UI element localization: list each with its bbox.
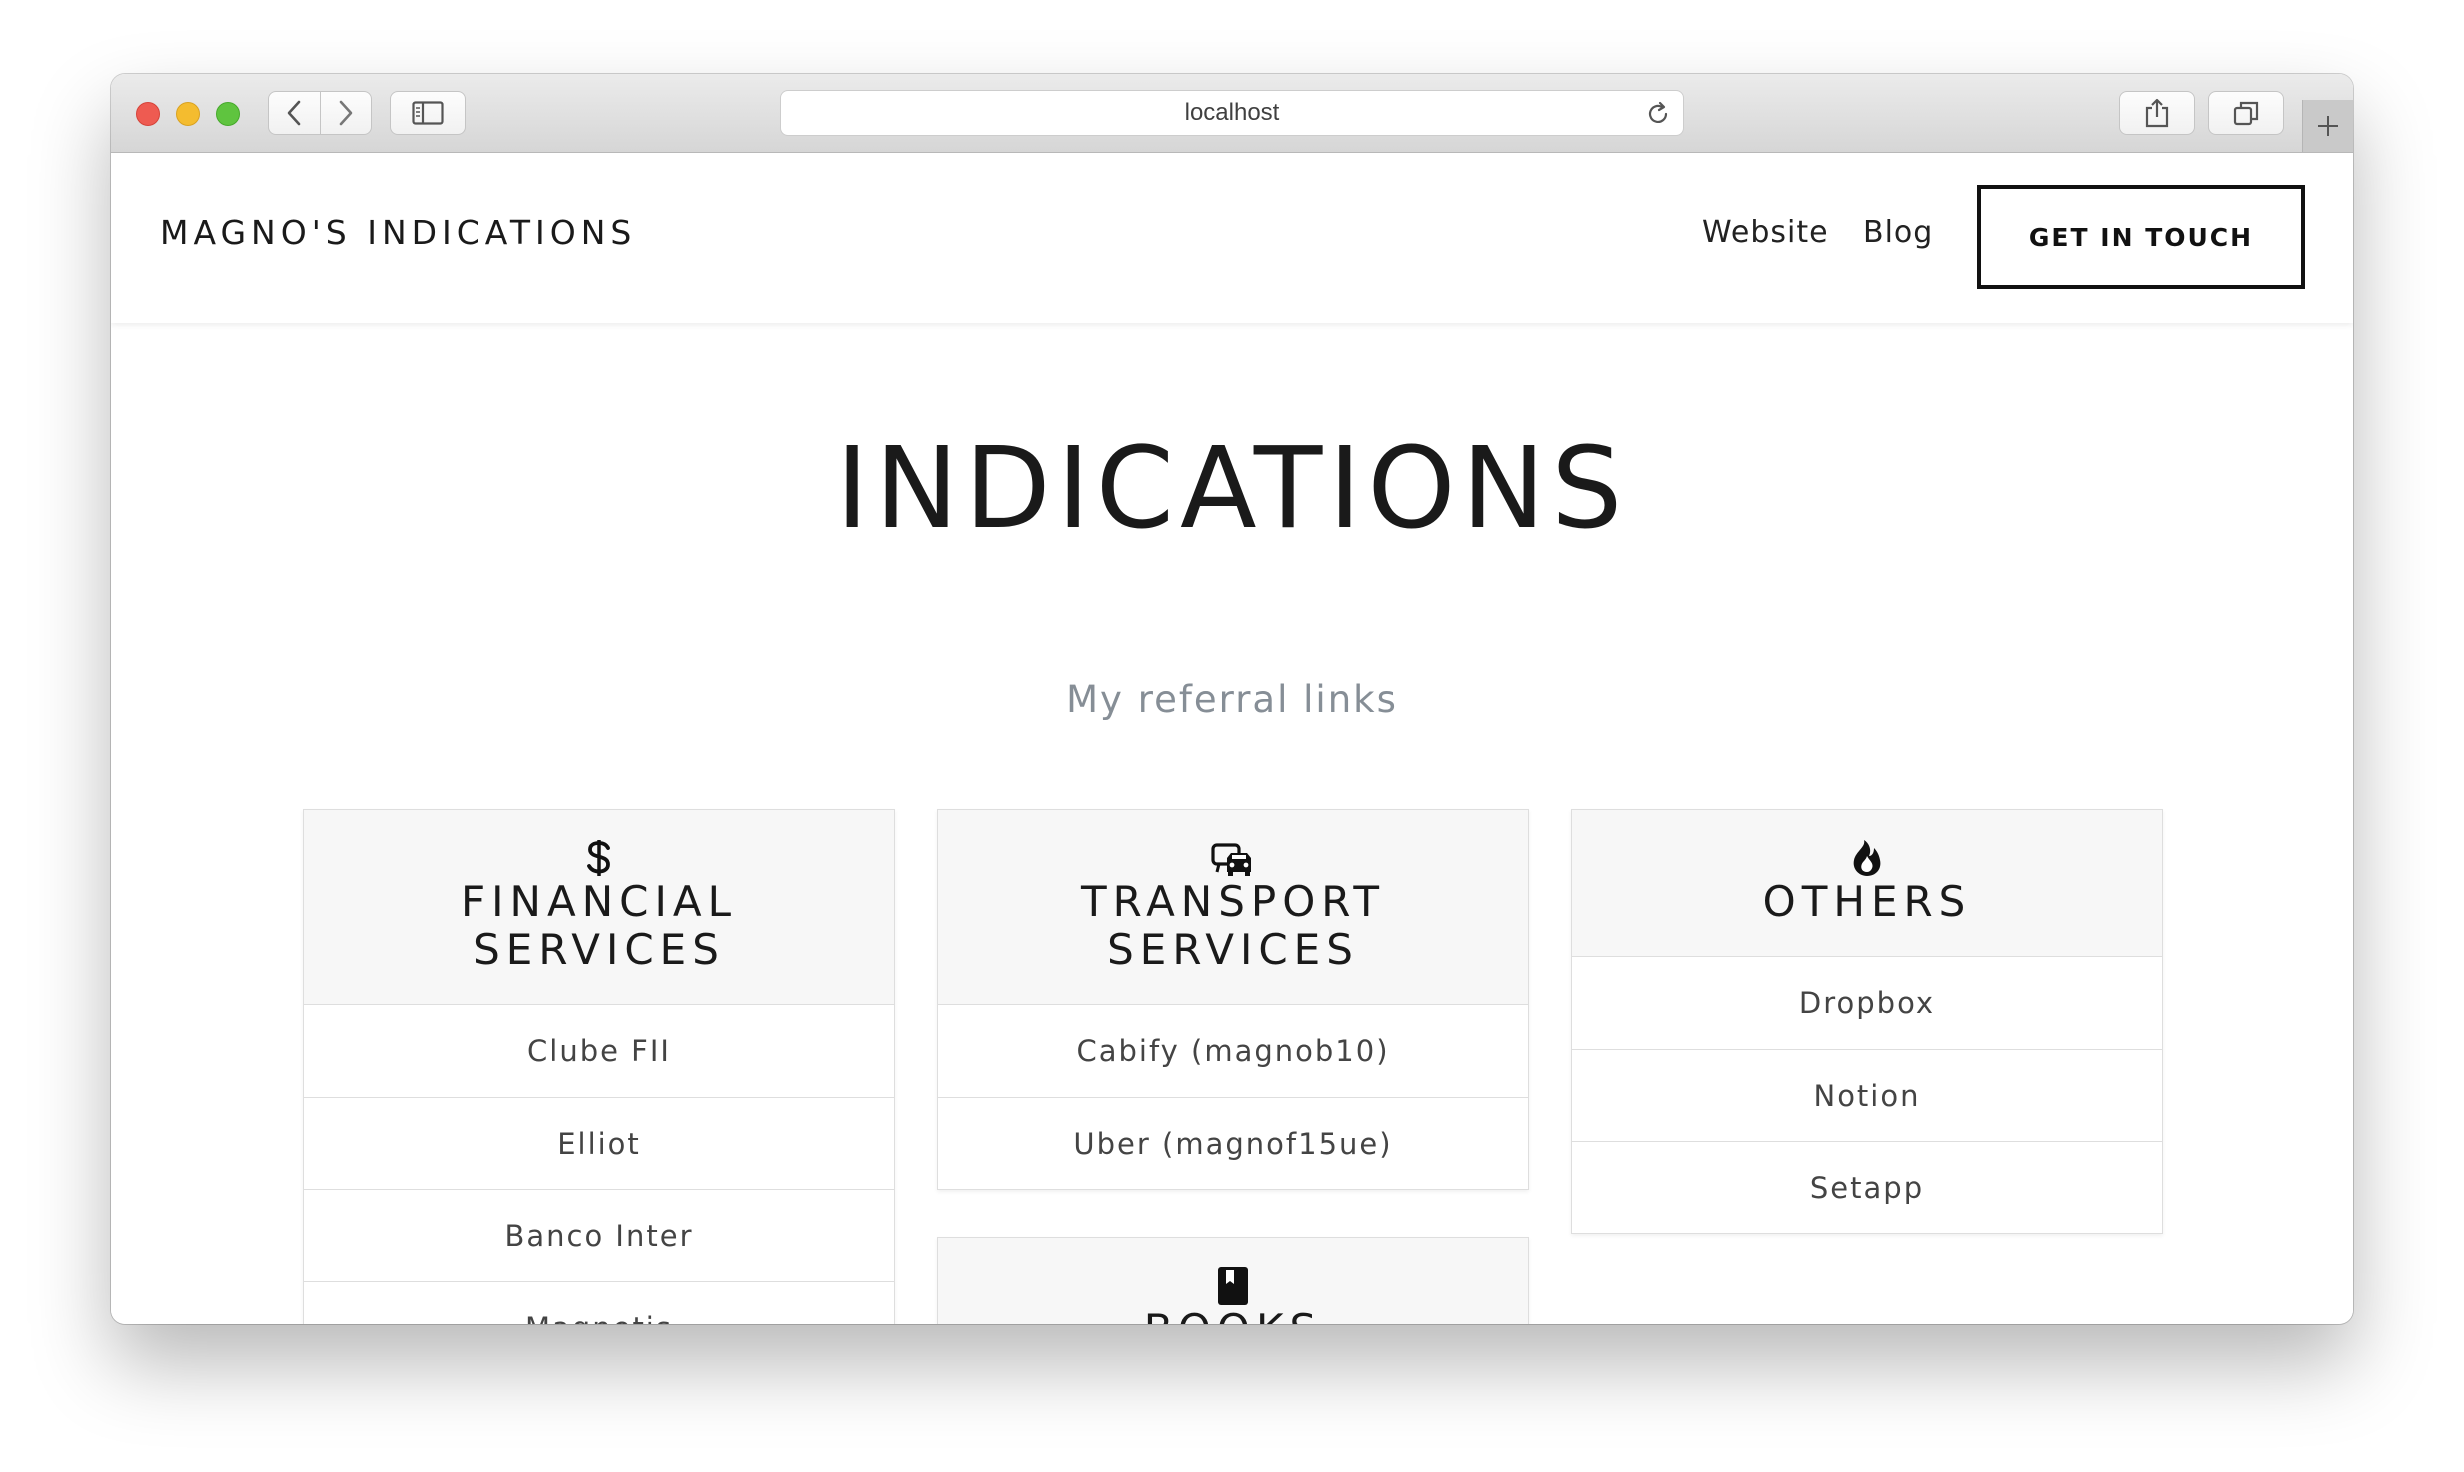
chevron-right-icon bbox=[339, 100, 353, 126]
list-item[interactable]: Elliot bbox=[304, 1097, 894, 1189]
card-others: OTHERS Dropbox Notion Setapp bbox=[1571, 809, 2163, 1234]
address-bar[interactable]: localhost bbox=[780, 90, 1684, 136]
get-in-touch-button[interactable]: GET IN TOUCH bbox=[1977, 185, 2305, 289]
card-title-line1: FINANCIAL bbox=[461, 877, 737, 926]
page-title: INDICATIONS bbox=[835, 424, 1629, 554]
list-item[interactable]: Dropbox bbox=[1572, 957, 2162, 1049]
plus-icon bbox=[2318, 116, 2338, 136]
fire-icon bbox=[1572, 834, 2162, 878]
card-title-line2: SERVICES bbox=[473, 925, 725, 974]
back-button[interactable] bbox=[269, 92, 320, 134]
url-text: localhost bbox=[1184, 99, 1280, 126]
transport-icon bbox=[938, 834, 1528, 878]
card-list: Dropbox Notion Setapp bbox=[1572, 957, 2162, 1233]
sidebar-icon bbox=[412, 101, 444, 125]
web-page: MAGNO'S INDICATIONS Website Blog GET IN … bbox=[111, 153, 2353, 1324]
dollar-icon bbox=[304, 834, 894, 878]
reload-icon[interactable] bbox=[1645, 101, 1671, 127]
card-header: FINANCIAL SERVICES bbox=[304, 810, 894, 1005]
card-books: BOOKS bbox=[937, 1237, 1529, 1324]
history-nav-group bbox=[268, 91, 372, 135]
book-icon bbox=[938, 1262, 1528, 1306]
close-window-button[interactable] bbox=[136, 102, 160, 126]
card-title: OTHERS bbox=[1762, 877, 1972, 926]
new-tab-button[interactable] bbox=[2302, 100, 2353, 152]
card-title-line2: SERVICES bbox=[1107, 925, 1359, 974]
nav-link-website[interactable]: Website bbox=[1702, 215, 1829, 250]
nav-link-blog[interactable]: Blog bbox=[1863, 215, 1933, 250]
site-brand[interactable]: MAGNO'S INDICATIONS bbox=[160, 213, 636, 252]
browser-titlebar: localhost bbox=[111, 74, 2353, 153]
share-button[interactable] bbox=[2119, 91, 2195, 135]
sidebar-toggle-button[interactable] bbox=[390, 91, 466, 135]
forward-button[interactable] bbox=[320, 92, 371, 134]
page-subtitle: My referral links bbox=[1066, 678, 1398, 721]
card-title: BOOKS bbox=[938, 1306, 1528, 1325]
browser-window: localhost MAGNO'S INDICATIONS Website Bl… bbox=[111, 74, 2353, 1324]
maximize-window-button[interactable] bbox=[216, 102, 240, 126]
card-transport-services: TRANSPORT SERVICES Cabify (magnob10) Ube… bbox=[937, 809, 1529, 1190]
list-item[interactable]: Setapp bbox=[1572, 1141, 2162, 1233]
card-list: Cabify (magnob10) Uber (magnof15ue) bbox=[938, 1005, 1528, 1189]
list-item[interactable]: Cabify (magnob10) bbox=[938, 1005, 1528, 1097]
list-item[interactable]: Uber (magnof15ue) bbox=[938, 1097, 1528, 1189]
chevron-left-icon bbox=[287, 100, 301, 126]
list-item[interactable]: Clube FII bbox=[304, 1005, 894, 1097]
card-header: BOOKS bbox=[938, 1238, 1528, 1324]
tabs-icon bbox=[2233, 101, 2259, 126]
card-list: Clube FII Elliot Banco Inter Magnetis bbox=[304, 1005, 894, 1324]
card-header: TRANSPORT SERVICES bbox=[938, 810, 1528, 1005]
card-title-line1: TRANSPORT bbox=[1080, 877, 1386, 926]
share-icon bbox=[2145, 98, 2169, 128]
card-header: OTHERS bbox=[1572, 810, 2162, 957]
card-financial-services: FINANCIAL SERVICES Clube FII Elliot Banc… bbox=[303, 809, 895, 1324]
list-item[interactable]: Banco Inter bbox=[304, 1189, 894, 1281]
list-item[interactable]: Magnetis bbox=[304, 1281, 894, 1324]
minimize-window-button[interactable] bbox=[176, 102, 200, 126]
list-item[interactable]: Notion bbox=[1572, 1049, 2162, 1141]
show-tabs-button[interactable] bbox=[2208, 91, 2284, 135]
site-header: MAGNO'S INDICATIONS Website Blog GET IN … bbox=[111, 153, 2353, 323]
